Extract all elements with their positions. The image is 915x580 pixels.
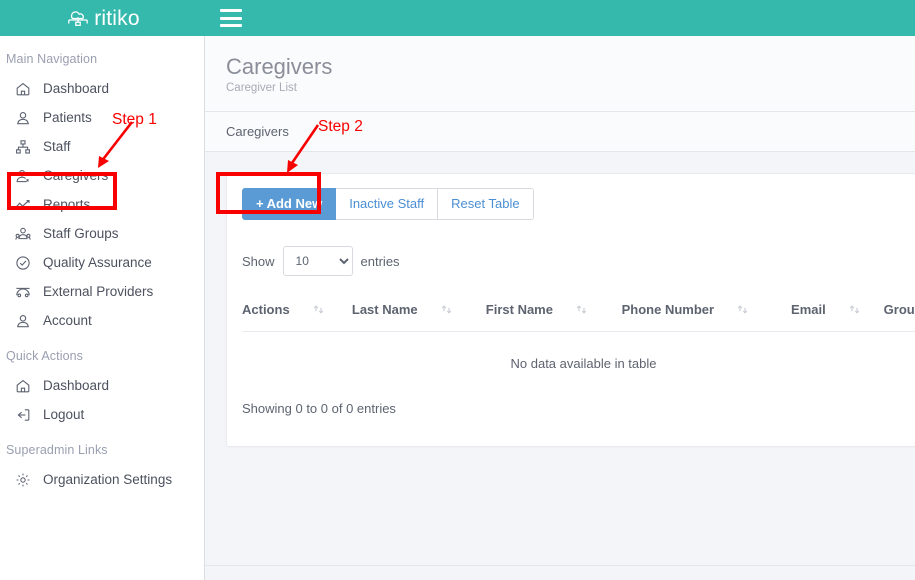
user-icon [14,312,31,329]
column-header-email[interactable]: Email [791,302,884,332]
table-body: No data available in table [242,332,915,396]
sidebar-item-quick-dashboard[interactable]: Dashboard [0,371,204,400]
breadcrumb: Caregivers [226,124,289,139]
user-icon [14,109,31,126]
users-group-icon [14,225,31,242]
sidebar-item-external-providers[interactable]: External Providers [0,277,204,306]
main-content: Caregivers Caregiver List Caregivers +Ad… [205,36,915,580]
sidebar-item-label: Reports [43,197,90,212]
logout-icon [14,406,31,423]
sidebar-item-label: Logout [43,407,84,422]
sidebar-item-label: Account [43,313,92,328]
gear-icon [14,471,31,488]
show-entries-control: Show 10 25 50 100 entries [242,246,915,276]
footer-divider [205,565,915,566]
sort-updown-icon [440,303,453,316]
column-header-phone-number[interactable]: Phone Number [622,302,791,332]
column-label: Actions [242,302,290,317]
brand-logo-area[interactable]: ritiko [0,0,205,36]
caregivers-table: Actions Last Name First Name Phone Numbe… [242,302,915,395]
entries-label: entries [361,254,400,269]
column-label: Grou [884,302,915,317]
content-area: +Add New Inactive Staff Reset Table Show… [205,152,915,447]
add-new-label: Add New [267,196,323,211]
sidebar-item-label: Dashboard [43,81,109,96]
sidebar-item-label: Dashboard [43,378,109,393]
sort-updown-icon [312,303,325,316]
table-header-row: Actions Last Name First Name Phone Numbe… [242,302,915,332]
column-label: First Name [486,302,553,317]
column-header-last-name[interactable]: Last Name [352,302,486,332]
sidebar-item-label: Quality Assurance [43,255,152,270]
sidebar-section-heading-quick-actions: Quick Actions [0,335,204,371]
sidebar-item-dashboard[interactable]: Dashboard [0,74,204,103]
hamburger-menu-icon[interactable] [220,9,242,27]
caregivers-card: +Add New Inactive Staff Reset Table Show… [226,173,915,447]
sidebar-item-staff-groups[interactable]: Staff Groups [0,219,204,248]
sidebar-item-label: Caregivers [43,168,108,183]
sort-updown-icon [848,303,861,316]
plus-icon: + [256,196,264,211]
page-title: Caregivers [226,54,915,79]
column-label: Last Name [352,302,418,317]
table-info: Showing 0 to 0 of 0 entries [242,395,915,438]
sidebar-item-label: External Providers [43,284,153,299]
column-header-first-name[interactable]: First Name [486,302,622,332]
sidebar-item-caregivers[interactable]: Caregivers [0,161,204,190]
cloud-network-icon [65,7,91,29]
top-bar: ritiko [0,0,915,36]
toolbar-button-group: +Add New Inactive Staff Reset Table [242,188,534,220]
table-head: Actions Last Name First Name Phone Numbe… [242,302,915,332]
sidebar-item-label: Staff [43,139,71,154]
sidebar: Main Navigation Dashboard Patients Staff… [0,36,205,580]
column-label: Phone Number [622,302,714,317]
brand-name: ritiko [94,8,140,29]
sort-updown-icon [736,303,749,316]
sidebar-item-logout[interactable]: Logout [0,400,204,429]
column-label: Email [791,302,826,317]
add-new-button[interactable]: +Add New [242,188,336,220]
column-header-group[interactable]: Grou [884,302,915,332]
sidebar-item-organization-settings[interactable]: Organization Settings [0,465,204,494]
page-header: Caregivers Caregiver List [205,36,915,112]
home-icon [14,377,31,394]
sidebar-item-account[interactable]: Account [0,306,204,335]
app-root: ritiko Main Navigation Dashboard Patient… [0,0,915,580]
datatable-wrapper: Show 10 25 50 100 entries Actions [227,234,915,438]
check-circle-icon [14,254,31,271]
sidebar-section-heading-main: Main Navigation [0,52,204,74]
page-subtitle: Caregiver List [226,82,915,94]
sidebar-section-heading-superadmin: Superadmin Links [0,429,204,465]
sidebar-item-label: Patients [43,110,92,125]
sort-updown-icon [575,303,588,316]
table-toolbar: +Add New Inactive Staff Reset Table [227,174,915,234]
home-icon [14,80,31,97]
empty-message: No data available in table [242,332,915,396]
sidebar-item-patients[interactable]: Patients [0,103,204,132]
line-chart-icon [14,196,31,213]
inactive-staff-button[interactable]: Inactive Staff [336,188,438,220]
sidebar-item-label: Staff Groups [43,226,119,241]
sidebar-item-staff[interactable]: Staff [0,132,204,161]
sidebar-item-reports[interactable]: Reports [0,190,204,219]
sidebar-item-quality-assurance[interactable]: Quality Assurance [0,248,204,277]
page-size-select[interactable]: 10 25 50 100 [283,246,353,276]
reset-table-button[interactable]: Reset Table [438,188,533,220]
sitemap-icon [14,138,31,155]
handshake-icon [14,283,31,300]
table-empty-row: No data available in table [242,332,915,396]
show-label: Show [242,254,275,269]
breadcrumb-bar: Caregivers [205,112,915,152]
column-header-actions[interactable]: Actions [242,302,352,332]
user-plus-icon [14,167,31,184]
sidebar-item-label: Organization Settings [43,472,172,487]
